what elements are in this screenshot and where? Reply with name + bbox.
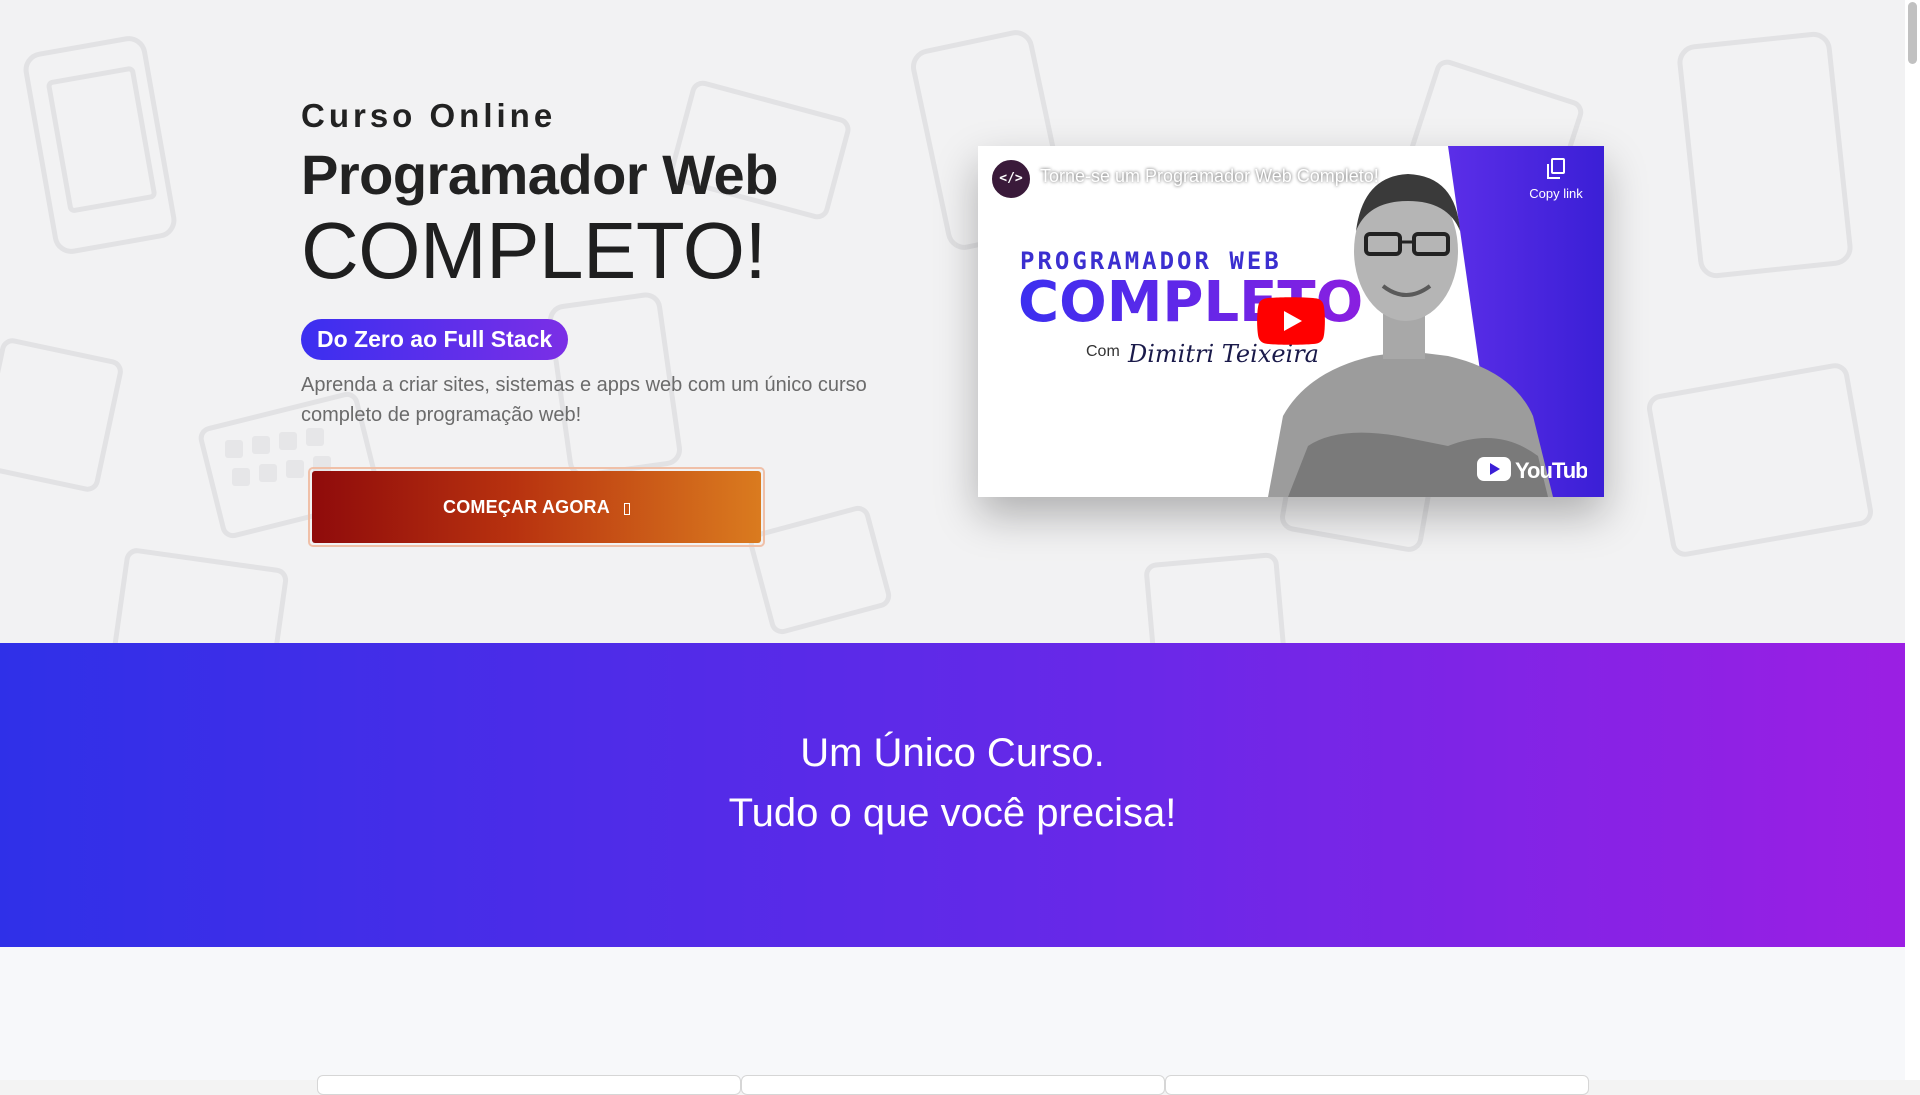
banner-line-2: Tudo o que você precisa!	[728, 791, 1177, 835]
feature-card	[317, 1075, 741, 1095]
hero-headline-big: COMPLETO!	[301, 206, 767, 295]
start-now-button[interactable]: COMEÇAR AGORA	[308, 467, 765, 547]
copy-link-icon	[1547, 158, 1565, 179]
tagline-banner: Um Único Curso. Tudo o que você precisa!	[0, 643, 1905, 947]
youtube-logo-icon[interactable]: YouTube	[1477, 454, 1587, 484]
page-scrollbar[interactable]	[1905, 0, 1920, 1080]
youtube-logo-text: YouTube	[1515, 458, 1587, 483]
arrow-right-icon	[623, 503, 630, 515]
scrollbar-thumb[interactable]	[1908, 2, 1917, 64]
banner-line-1: Um Único Curso.	[800, 731, 1105, 775]
features-section	[0, 947, 1905, 1095]
video-title[interactable]: Torne-se um Programador Web Completo!	[1040, 166, 1460, 187]
hero-section: Curso Online Programador Web COMPLETO! D…	[0, 0, 1905, 643]
start-now-button-body[interactable]: COMEÇAR AGORA	[312, 471, 761, 543]
hero-headline: Programador Web	[301, 143, 778, 206]
hero-badge: Do Zero ao Full Stack	[301, 319, 569, 360]
copy-link-label: Copy link	[1529, 186, 1583, 201]
hero-text-block: Curso Online Programador Web COMPLETO! D…	[301, 96, 901, 430]
play-button-icon[interactable]	[1257, 297, 1325, 345]
youtube-video-embed[interactable]: PROGRAMADOR WEB COMPLETO Com Dimitri Tei…	[978, 146, 1604, 497]
feature-card	[741, 1075, 1165, 1095]
start-now-label: COMEÇAR AGORA	[443, 496, 610, 517]
channel-avatar-icon[interactable]: </>	[990, 158, 1032, 200]
hero-eyebrow: Curso Online	[301, 97, 557, 134]
copy-link-button[interactable]: Copy link	[1521, 158, 1591, 201]
hero-lead: Aprenda a criar sites, sistemas e apps w…	[301, 374, 867, 426]
feature-card	[1165, 1075, 1589, 1095]
background-device-pattern	[0, 30, 1873, 643]
thumb-com: Com	[1086, 343, 1120, 360]
